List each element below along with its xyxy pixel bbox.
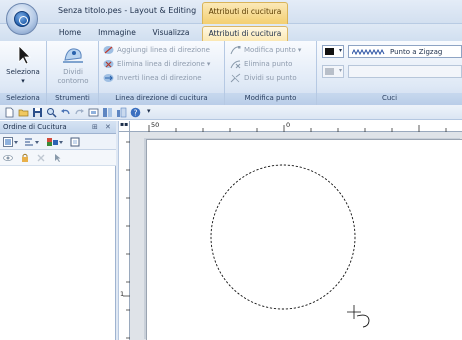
window-title: Senza titolo.pes - Layout & Editing: [58, 6, 197, 15]
line-color-arrow: ▾: [338, 47, 342, 54]
zigzag-stitch-icon: [352, 48, 385, 55]
zoom-icon[interactable]: [46, 107, 57, 118]
divide-outline-icon: [63, 48, 83, 63]
delete-icon[interactable]: [36, 153, 46, 163]
invert-direction-line-label: Inverti linea di direzione: [117, 74, 202, 82]
modify-point-button[interactable]: Modifica punto ▾: [230, 44, 301, 56]
fill-color-swatch: [325, 68, 334, 75]
ruler-label-0: 0: [286, 121, 291, 129]
remove-direction-line-button[interactable]: Elimina linea di direzione ▾: [103, 58, 210, 70]
panel-title: Ordine di Cucitura: [3, 123, 67, 131]
divide-outline-label-1: Dividi: [63, 68, 83, 76]
group-label-linea-direzione: Linea direzione di cucitura: [99, 93, 224, 105]
undo-icon[interactable]: [60, 107, 71, 118]
fill-stitch-select[interactable]: [348, 65, 462, 78]
title-bar: Senza titolo.pes - Layout & Editing Attr…: [0, 0, 462, 35]
group-modifica-punto: Modifica punto ▾ Elimina punto Dividi su…: [225, 41, 317, 105]
app-logo-icon: [14, 11, 30, 27]
fill-color-selector[interactable]: ▾: [322, 65, 344, 78]
help-icon[interactable]: ?: [130, 107, 141, 118]
ruler-corner: ▪▪: [119, 121, 130, 132]
redo-icon[interactable]: [74, 107, 85, 118]
divide-outline-label-2: contorno: [57, 77, 89, 85]
stitch-type-select[interactable]: Punto a Zigzag: [348, 45, 462, 58]
divide-outline-button[interactable]: Dividi contorno: [50, 43, 96, 86]
delete-point-button[interactable]: Elimina punto: [230, 58, 292, 70]
split-point-button[interactable]: Dividi su punto: [230, 72, 297, 84]
split-point-label: Dividi su punto: [244, 74, 297, 82]
remove-direction-line-arrow[interactable]: ▾: [207, 60, 211, 68]
eye-icon[interactable]: [3, 153, 13, 163]
remove-direction-line-label: Elimina linea di direzione: [117, 60, 205, 68]
tab-home[interactable]: Home: [50, 26, 90, 41]
group-strumenti: Dividi contorno Strumenti: [47, 41, 99, 105]
ruler-label-50: 50: [151, 121, 160, 129]
close-icon[interactable]: ✕: [105, 123, 111, 131]
panel-toolbar-1: [0, 134, 116, 150]
print-preview-icon[interactable]: [88, 107, 99, 118]
sort-order-icon[interactable]: [24, 137, 40, 147]
dashed-circle-shape[interactable]: [210, 164, 356, 310]
frame-icon[interactable]: [70, 137, 80, 147]
rotate-cursor-icon: [347, 305, 370, 328]
panel-toolbar-2: [0, 150, 116, 166]
select-button[interactable]: Seleziona ▾: [2, 43, 44, 86]
modify-point-label: Modifica punto: [244, 46, 296, 54]
add-direction-line-button[interactable]: Aggiungi linea di direzione: [103, 44, 210, 56]
group-linea-direzione: Aggiungi linea di direzione Elimina line…: [99, 41, 225, 105]
ribbon: Seleziona ▾ Seleziona Dividi contorno St…: [0, 41, 462, 105]
delete-point-label: Elimina punto: [244, 60, 293, 68]
line-color-selector[interactable]: ▾: [322, 45, 344, 58]
vertical-ruler-label: 1: [120, 290, 125, 298]
ruler-unit-marker: ▪▪: [120, 121, 129, 128]
panel-header: Ordine di Cucitura ⊞ ✕: [0, 121, 116, 134]
context-tab-header: Attributi di cucitura: [202, 2, 288, 24]
design-canvas-overlay: [210, 164, 370, 328]
modify-point-icon: [230, 46, 241, 55]
invert-direction-line-button[interactable]: Inverti linea di direzione: [103, 72, 202, 84]
design-property-icon[interactable]: [102, 107, 113, 118]
new-file-icon[interactable]: [4, 107, 15, 118]
pin-icon[interactable]: ⊞: [92, 123, 98, 131]
group-label-seleziona: Seleziona: [0, 93, 46, 105]
split-point-icon: [230, 73, 241, 83]
group-label-strumenti: Strumenti: [47, 93, 98, 105]
quick-access-toolbar: ? ▾: [0, 105, 462, 120]
modify-point-arrow[interactable]: ▾: [298, 46, 302, 54]
ribbon-tabs: Home Immagine Visualizza Attributi di cu…: [0, 24, 462, 41]
fill-color-arrow: ▾: [338, 67, 342, 74]
select-button-label: Seleziona: [6, 68, 40, 76]
vertical-ruler: 1: [119, 132, 130, 340]
tab-visualizza[interactable]: Visualizza: [146, 26, 196, 41]
stitch-type-value: Punto a Zigzag: [390, 47, 443, 56]
tab-attributi-cucitura[interactable]: Attributi di cucitura: [202, 26, 288, 41]
open-folder-icon[interactable]: [18, 107, 29, 118]
add-direction-line-icon: [103, 46, 114, 54]
add-direction-line-label: Aggiungi linea di direzione: [117, 46, 210, 54]
color-sort-icon[interactable]: [46, 137, 64, 147]
group-seleziona: Seleziona ▾ Seleziona: [0, 41, 47, 105]
group-label-cuci: Cuci: [317, 93, 462, 105]
layout-icon[interactable]: [116, 107, 127, 118]
delete-point-icon: [230, 60, 241, 69]
tab-immagine[interactable]: Immagine: [92, 26, 142, 41]
lock-icon[interactable]: [20, 153, 30, 163]
svg-text:?: ?: [134, 108, 138, 117]
horizontal-ruler: 50 0: [130, 121, 462, 132]
invert-direction-line-icon: [103, 74, 114, 82]
select-dropdown-arrow[interactable]: ▾: [2, 77, 44, 86]
pointer-icon[interactable]: [52, 153, 62, 163]
view-mode-icon[interactable]: [3, 137, 19, 147]
sewing-order-panel: Ordine di Cucitura ⊞ ✕: [0, 121, 116, 340]
vertical-ruler-ticks: [123, 141, 130, 339]
horizontal-ruler-ticks: [148, 125, 447, 132]
group-label-modifica-punto: Modifica punto: [225, 93, 316, 105]
line-color-swatch: [325, 48, 334, 55]
cursor-arrow-icon: [18, 45, 31, 65]
customize-qat-arrow[interactable]: ▾: [147, 107, 151, 115]
remove-direction-line-icon: [103, 60, 114, 68]
application-button[interactable]: [6, 3, 38, 35]
save-icon[interactable]: [32, 107, 43, 118]
